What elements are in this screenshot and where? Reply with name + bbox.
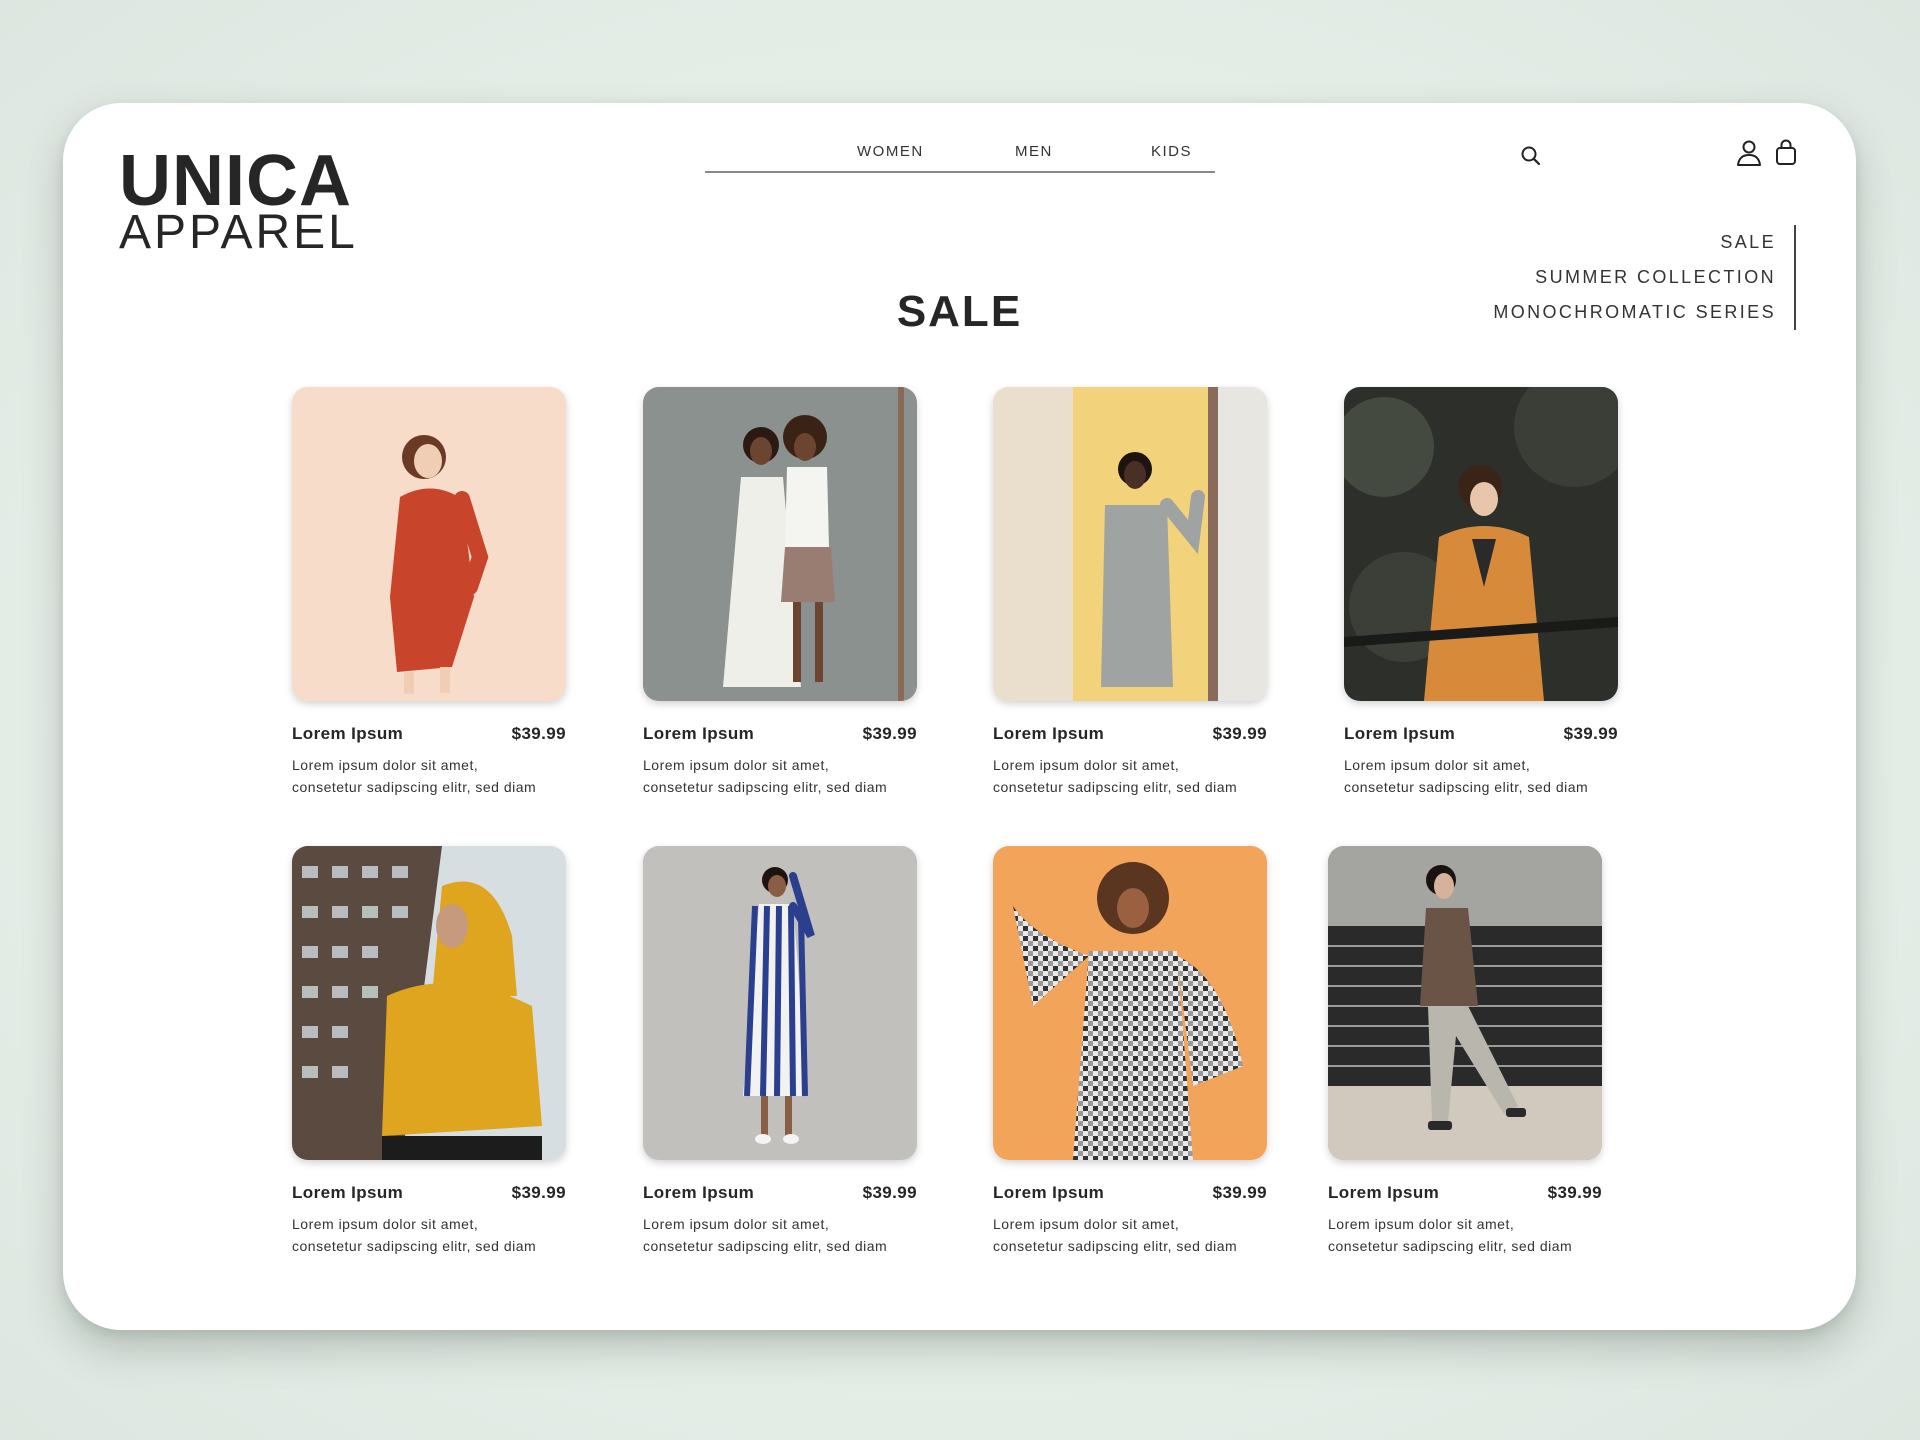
product-card[interactable]: Lorem Ipsum $39.99 Lorem ipsum dolor sit … [643,387,917,798]
product-price: $39.99 [511,724,566,743]
product-description-line1: Lorem ipsum dolor sit amet, [1344,757,1531,773]
product-price: $39.99 [511,1183,566,1202]
product-price: $39.99 [862,724,917,743]
product-description-line2: consetetur sadipscing elitr, sed diam [643,779,888,795]
product-image[interactable] [1344,387,1618,701]
product-image[interactable] [993,846,1267,1160]
product-name[interactable]: Lorem Ipsum [1328,1183,1439,1203]
product-description-line1: Lorem ipsum dolor sit amet, [643,757,830,773]
product-card[interactable]: Lorem Ipsum $39.99 Lorem ipsum dolor sit … [1344,387,1618,798]
product-description-line1: Lorem ipsum dolor sit amet, [993,757,1180,773]
product-name[interactable]: Lorem Ipsum [1344,724,1455,744]
product-description-line1: Lorem ipsum dolor sit amet, [1328,1216,1515,1232]
product-price: $39.99 [1212,1183,1267,1202]
product-name[interactable]: Lorem Ipsum [292,724,403,744]
product-name[interactable]: Lorem Ipsum [993,724,1104,744]
product-description: Lorem ipsum dolor sit amet, consetetur sa… [1328,1213,1602,1257]
product-image[interactable] [292,846,566,1160]
product-image[interactable] [1328,846,1602,1160]
brand-subtitle: APPAREL [119,206,358,259]
nav-item-women[interactable]: WOMEN [857,143,924,160]
product-description: Lorem ipsum dolor sit amet, consetetur sa… [292,1213,566,1257]
product-card[interactable]: Lorem Ipsum $39.99 Lorem ipsum dolor sit … [292,846,566,1257]
page-title: SALE [896,287,1023,337]
product-description: Lorem ipsum dolor sit amet, consetetur sa… [643,1213,917,1257]
product-description-line2: consetetur sadipscing elitr, sed diam [292,1238,537,1254]
product-image[interactable] [292,387,566,701]
product-price: $39.99 [862,1183,917,1202]
page-card: UNICA APPAREL WOMEN MEN KIDS SALE SUMMER… [63,103,1856,1330]
main-nav: WOMEN MEN KIDS [705,143,1215,173]
product-description-line2: consetetur sadipscing elitr, sed diam [1344,779,1589,795]
product-image[interactable] [643,846,917,1160]
nav-item-men[interactable]: MEN [1015,143,1053,160]
product-description: Lorem ipsum dolor sit amet, consetetur sa… [643,754,917,798]
product-card[interactable]: Lorem Ipsum $39.99 Lorem ipsum dolor sit … [1328,846,1602,1257]
brand-logo[interactable]: UNICA APPAREL [119,145,358,257]
product-description: Lorem ipsum dolor sit amet, consetetur sa… [993,754,1267,798]
product-name[interactable]: Lorem Ipsum [292,1183,403,1203]
product-card[interactable]: Lorem Ipsum $39.99 Lorem ipsum dolor sit … [643,846,917,1257]
product-card[interactable]: Lorem Ipsum $39.99 Lorem ipsum dolor sit … [292,387,566,798]
product-image[interactable] [993,387,1267,701]
nav-item-kids[interactable]: KIDS [1151,143,1192,160]
product-description-line2: consetetur sadipscing elitr, sed diam [993,779,1238,795]
product-image[interactable] [643,387,917,701]
product-name[interactable]: Lorem Ipsum [643,724,754,744]
search-icon[interactable] [1520,145,1542,167]
product-description-line2: consetetur sadipscing elitr, sed diam [292,779,537,795]
product-price: $39.99 [1563,724,1618,743]
product-description-line2: consetetur sadipscing elitr, sed diam [1328,1238,1573,1254]
category-sale[interactable]: SALE [1493,225,1776,260]
product-description: Lorem ipsum dolor sit amet, consetetur sa… [993,1213,1267,1257]
shopping-bag-icon[interactable] [1774,138,1798,166]
product-description: Lorem ipsum dolor sit amet, consetetur sa… [1344,754,1618,798]
product-description-line1: Lorem ipsum dolor sit amet, [292,1216,479,1232]
product-description-line2: consetetur sadipscing elitr, sed diam [993,1238,1238,1254]
product-name[interactable]: Lorem Ipsum [643,1183,754,1203]
product-name[interactable]: Lorem Ipsum [993,1183,1104,1203]
product-description: Lorem ipsum dolor sit amet, consetetur sa… [292,754,566,798]
product-description-line1: Lorem ipsum dolor sit amet, [643,1216,830,1232]
product-description-line1: Lorem ipsum dolor sit amet, [993,1216,1180,1232]
product-card[interactable]: Lorem Ipsum $39.99 Lorem ipsum dolor sit … [993,846,1267,1257]
product-description-line1: Lorem ipsum dolor sit amet, [292,757,479,773]
product-price: $39.99 [1212,724,1267,743]
product-description-line2: consetetur sadipscing elitr, sed diam [643,1238,888,1254]
product-price: $39.99 [1547,1183,1602,1202]
product-card[interactable]: Lorem Ipsum $39.99 Lorem ipsum dolor sit … [993,387,1267,798]
user-icon[interactable] [1736,139,1762,167]
